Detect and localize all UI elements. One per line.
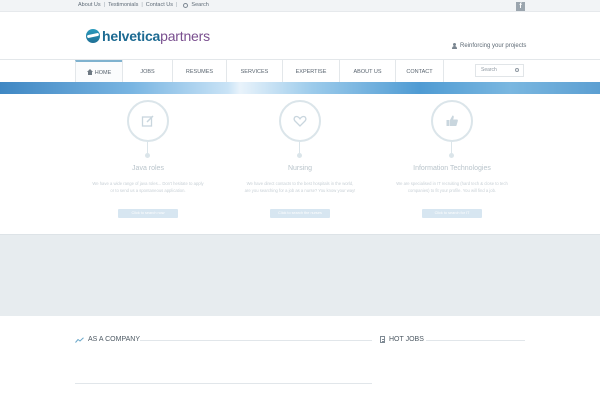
service-text-line: companies) to fit your profile. You will… (407, 188, 497, 193)
logo-mark-icon (86, 29, 100, 43)
nav-search-input[interactable]: Search (475, 64, 524, 77)
tagline: Reinforcing your projects (452, 43, 526, 49)
service-text-line: We are specialised in IT recruiting (har… (396, 181, 508, 186)
service-button-nursing[interactable]: Click to search the nurses (270, 209, 330, 218)
service-title: Nursing (287, 165, 313, 172)
top-search-link[interactable]: Search (191, 2, 208, 8)
nav-label: Contact (406, 68, 433, 75)
facebook-icon[interactable]: f (516, 2, 525, 11)
top-link-testimonials[interactable]: Testimonials (108, 2, 138, 8)
service-text-line: or to send us a spontaneous application. (110, 188, 186, 193)
services-section: Java roles We have a wide range of java … (0, 94, 600, 234)
service-text: We have direct contacts to the best hosp… (225, 180, 375, 194)
logo-text-light: partners (160, 28, 210, 44)
nav-item-home[interactable]: Home (75, 60, 122, 83)
nav-label: Expertise (295, 68, 327, 75)
top-link-contact[interactable]: Contact Us (146, 2, 173, 8)
nav-label: Jobs (140, 68, 155, 75)
search-placeholder: Search (481, 67, 497, 73)
nav-label: Services (240, 68, 269, 75)
main-nav: Home Jobs Resumes Services Expertise Abo… (0, 59, 600, 83)
nav-item-resumes[interactable]: Resumes (172, 60, 226, 83)
nav-item-services[interactable]: Services (226, 60, 282, 83)
gray-band (0, 234, 600, 316)
separator: | (103, 2, 106, 8)
company-heading: As a company (75, 336, 140, 343)
service-ring (431, 100, 473, 142)
hot-jobs-heading-text: Hot jobs (389, 336, 424, 343)
connector (145, 142, 150, 158)
edit-icon (141, 115, 154, 127)
nav-item-expertise[interactable]: Expertise (282, 60, 339, 83)
service-text-line: We have a wide range of java roles... Do… (92, 181, 204, 186)
search-icon[interactable] (515, 68, 519, 72)
top-links: About Us | Testimonials | Contact Us | S… (78, 2, 209, 8)
user-icon (452, 43, 457, 49)
service-text-line: are you searching for a job as a nurse? … (244, 188, 356, 193)
separator: | (141, 2, 143, 8)
heading-rule (140, 340, 372, 341)
top-utility-bar: About Us | Testimonials | Contact Us | S… (0, 0, 600, 12)
logo-text: helveticapartners (102, 28, 210, 44)
heart-icon (293, 115, 307, 127)
service-text: We are specialised in IT recruiting (har… (377, 180, 527, 194)
nav-items: Home Jobs Resumes Services Expertise Abo… (75, 60, 444, 83)
content-rule (75, 383, 372, 384)
document-icon (380, 336, 385, 343)
logo[interactable]: helveticapartners (86, 28, 210, 44)
service-text: We have a wide range of java roles... Do… (73, 180, 223, 194)
hot-jobs-heading: Hot jobs (380, 336, 424, 343)
logo-text-bold: helvetica (102, 28, 161, 44)
nav-item-about[interactable]: About Us (339, 60, 395, 83)
nav-item-contact[interactable]: Contact (395, 60, 444, 83)
service-ring (279, 100, 321, 142)
company-heading-text: As a company (88, 336, 140, 343)
service-title: Information Technologies (413, 165, 491, 172)
separator: | (175, 2, 178, 8)
tagline-text: Reinforcing your projects (460, 43, 527, 49)
service-title: Java roles (132, 165, 164, 172)
search-icon[interactable] (183, 2, 189, 8)
connector (449, 142, 454, 158)
hero-banner (0, 82, 600, 94)
trend-chart-icon (75, 336, 84, 343)
service-button-java[interactable]: Click to search now (118, 209, 178, 218)
nav-item-jobs[interactable]: Jobs (122, 60, 172, 83)
service-button-it[interactable]: Click to search for IT (422, 209, 482, 218)
lower-section: As a company Hot jobs (0, 316, 600, 400)
heading-rule (426, 340, 525, 341)
connector (297, 142, 302, 158)
nav-label: Home (94, 69, 112, 76)
site-header: helveticapartners Reinforcing your proje… (0, 12, 600, 59)
top-link-about[interactable]: About Us (78, 2, 101, 8)
nav-label: About Us (353, 68, 382, 75)
home-icon (86, 69, 93, 75)
service-ring (127, 100, 169, 142)
nav-label: Resumes (185, 68, 214, 75)
thumbs-up-icon (446, 115, 458, 126)
service-text-line: We have direct contacts to the best hosp… (246, 181, 354, 186)
